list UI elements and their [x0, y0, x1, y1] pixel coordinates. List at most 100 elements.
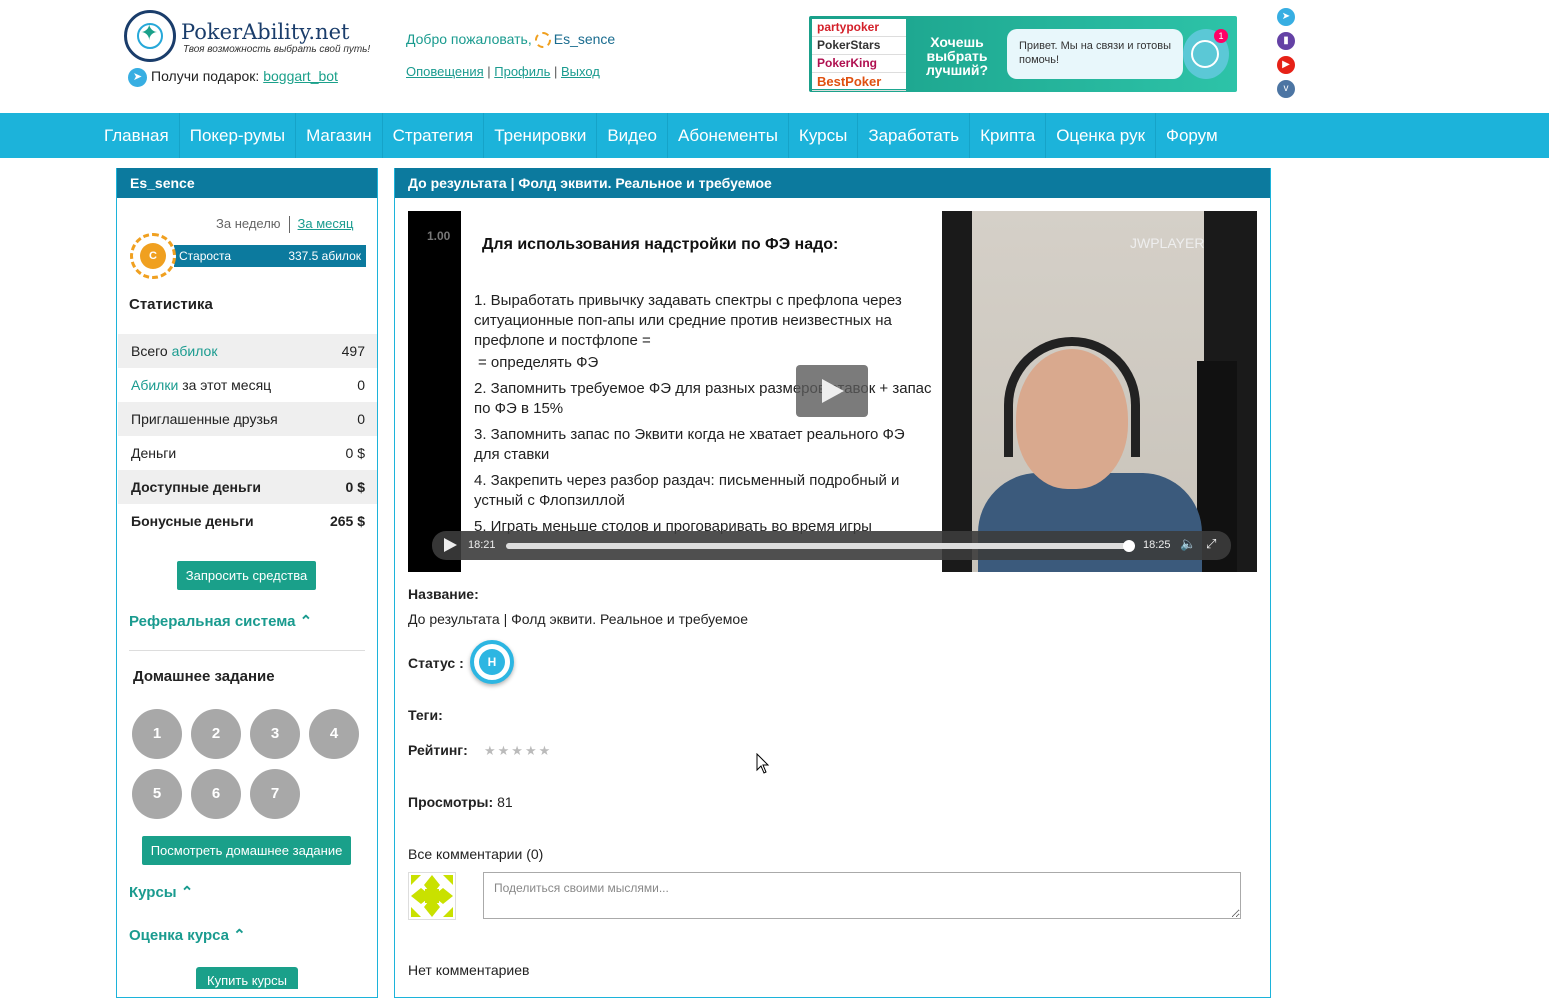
nav-item-shop[interactable]: Магазин	[296, 113, 383, 158]
stat-label: Доступные деньги	[131, 479, 262, 495]
player-brand: JWPLAYER	[1130, 235, 1205, 251]
brand-bestpoker: BestPoker	[812, 73, 906, 91]
abilki-link[interactable]: абилок	[172, 343, 218, 359]
course-rating-toggle[interactable]: Оценка курса ⌃	[129, 926, 246, 944]
stat-row-bonus: Бонусные деньги 265 $	[118, 504, 377, 538]
rank-coin-icon	[534, 32, 551, 49]
nav-item-strategy[interactable]: Стратегия	[383, 113, 485, 158]
brand-pokerking: PokerKing	[812, 55, 906, 73]
comments-header: Все комментарии (0)	[408, 846, 544, 862]
video-slide: 1.00 Для использования надстройки по ФЭ …	[427, 211, 942, 572]
play-overlay-button[interactable]	[796, 365, 868, 417]
video-player[interactable]: 1.00 Для использования надстройки по ФЭ …	[408, 211, 1257, 572]
nav-item-crypto[interactable]: Крипта	[970, 113, 1047, 158]
homework-item[interactable]: 5	[132, 769, 182, 819]
notifications-link[interactable]: Оповещения	[406, 64, 484, 79]
nav-item-poker-rooms[interactable]: Покер-румы	[180, 113, 297, 158]
stat-value: 0	[357, 411, 365, 427]
banner-brands: partypoker PokerStars PokerKing BestPoke…	[812, 19, 906, 91]
view-homework-button[interactable]: Посмотреть домашнее задание	[142, 836, 351, 865]
nav-item-video[interactable]: Видео	[597, 113, 668, 158]
chevron-up-icon: ⌃	[180, 884, 194, 901]
stat-label: Бонусные деньги	[131, 513, 254, 529]
sidebar-divider	[129, 650, 365, 651]
gift-promo: ➤ Получи подарок: boggart_bot	[128, 68, 338, 87]
homework-item[interactable]: 6	[191, 769, 241, 819]
mouse-cursor-icon	[756, 753, 770, 774]
stat-value: 0	[357, 377, 365, 393]
homework-item[interactable]: 1	[132, 709, 182, 759]
twitch-icon[interactable]: ▮	[1277, 32, 1295, 50]
nav-item-earn[interactable]: Заработать	[858, 113, 971, 158]
referral-toggle[interactable]: Реферальная система ⌃	[129, 612, 312, 630]
youtube-icon[interactable]: ▶	[1277, 56, 1295, 74]
nav-item-home[interactable]: Главная	[94, 113, 180, 158]
request-funds-button[interactable]: Запросить средства	[177, 561, 316, 590]
rating-stars[interactable]: ★★★★★	[484, 743, 552, 759]
chat-bubble[interactable]: Привет. Мы на связи и готовы помочь!	[1007, 29, 1183, 79]
nav-item-hand-review[interactable]: Оценка рук	[1046, 113, 1157, 158]
header-banner[interactable]: partypoker PokerStars PokerKing BestPoke…	[809, 16, 1237, 92]
status-label: Статус :	[408, 655, 464, 671]
user-avatar	[408, 872, 456, 920]
rating-label: Рейтинг:	[408, 742, 468, 758]
nav-item-subscriptions[interactable]: Абонементы	[668, 113, 789, 158]
user-sidebar: Es_sence За неделю За месяц Староста 337.…	[116, 168, 378, 998]
comment-input[interactable]	[483, 872, 1241, 919]
logo-tagline: Твоя возможность выбрать свой путь!	[183, 44, 371, 55]
courses-toggle[interactable]: Курсы ⌃	[129, 883, 193, 901]
views-label: Просмотры:	[408, 794, 494, 810]
chat-badge: 1	[1214, 29, 1228, 43]
stat-label: Приглашенные друзья	[131, 411, 278, 427]
profile-link[interactable]: Профиль	[494, 64, 550, 79]
player-controls: 18:21 18:25 🔈 ⤢	[432, 531, 1231, 560]
volume-icon[interactable]: 🔈	[1180, 536, 1196, 552]
homework-item[interactable]: 3	[250, 709, 300, 759]
logout-link[interactable]: Выход	[561, 64, 600, 79]
site-header: ✦ PokerAbility.net Твоя возможность выбр…	[0, 0, 1549, 113]
welcome-text: Добро пожаловать, Es_sence	[406, 31, 615, 49]
banner-slogan: Хочешь выбрать лучший?	[925, 34, 989, 78]
vk-icon[interactable]: v	[1277, 80, 1295, 98]
slide-item: 4. Закрепить через разбор раздач: письме…	[474, 472, 900, 509]
name-label: Название:	[408, 586, 479, 602]
homework-item[interactable]: 4	[309, 709, 359, 759]
nav-item-forum[interactable]: Форум	[1156, 113, 1228, 158]
buy-courses-button[interactable]: Купить курсы	[196, 967, 298, 989]
abilki-link[interactable]: Абилки	[131, 377, 178, 393]
rank-value: 337.5 абилок	[288, 249, 361, 263]
telegram-icon[interactable]: ➤	[1277, 8, 1295, 26]
lesson-panel: До результата | Фолд эквити. Реальное и …	[394, 168, 1271, 998]
status-icon: Н	[470, 640, 514, 684]
homework-item[interactable]: 7	[250, 769, 300, 819]
progress-handle[interactable]	[1122, 540, 1135, 552]
telegram-icon: ➤	[128, 68, 147, 87]
status-letter: Н	[479, 649, 505, 675]
rank-name: Староста	[179, 249, 232, 263]
courses-label: Курсы	[129, 884, 177, 901]
stat-row-month: Абилки за этот месяц 0	[118, 368, 377, 402]
play-icon[interactable]	[444, 538, 457, 552]
stat-value: 0 $	[345, 445, 365, 461]
rank-badge-icon: С	[130, 233, 176, 279]
no-comments-text: Нет комментариев	[408, 962, 530, 978]
site-logo[interactable]: ✦ PokerAbility.net Твоя возможность выбр…	[124, 10, 370, 68]
tags-label: Теги:	[408, 707, 443, 723]
stat-value: 0 $	[345, 479, 365, 495]
gift-bot-link[interactable]: boggart_bot	[263, 68, 338, 84]
brand-partypoker: partypoker	[812, 19, 906, 37]
period-month[interactable]: За месяц	[298, 216, 354, 231]
progress-track[interactable]	[506, 540, 1135, 552]
sidebar-username: Es_sence	[117, 168, 377, 198]
logo-compass-icon: ✦	[124, 10, 176, 62]
homework-item[interactable]: 2	[191, 709, 241, 759]
social-links: ➤ ▮ ▶ v	[1277, 8, 1295, 104]
period-week[interactable]: За неделю	[216, 216, 281, 231]
homework-title: Домашнее задание	[133, 668, 275, 685]
main-nav: Главная Покер-румы Магазин Стратегия Тре…	[0, 113, 1549, 158]
slide-items: 1. Выработать привычку задавать спектры …	[474, 291, 934, 543]
header-username[interactable]: Es_sence	[554, 31, 615, 47]
nav-item-training[interactable]: Тренировки	[484, 113, 598, 158]
nav-item-courses[interactable]: Курсы	[789, 113, 859, 158]
fullscreen-icon[interactable]: ⤢	[1206, 536, 1216, 552]
